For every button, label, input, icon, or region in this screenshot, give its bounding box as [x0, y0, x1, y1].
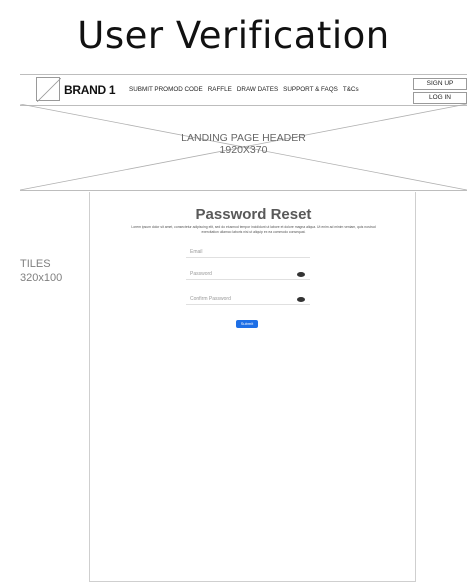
password-reset-title: Password Reset	[195, 206, 312, 223]
header-placeholder-size: 1920X370	[219, 144, 268, 156]
nav-link-submit-promo-code[interactable]: SUBMIT PROMOD CODE	[129, 86, 203, 93]
show-password-eye-icon[interactable]	[297, 272, 305, 277]
password-reset-card: Password Reset Lorem ipsum dolor sit ame…	[89, 192, 416, 582]
sign-up-button[interactable]: SIGN UP	[413, 78, 467, 90]
nav-link-support-faqs[interactable]: SUPPORT & FAQS	[283, 86, 338, 93]
password-field[interactable]: Password	[186, 268, 310, 280]
email-field[interactable]: Email	[186, 246, 310, 258]
top-navbar: BRAND 1 SUBMIT PROMOD CODE RAFFLE DRAW DAT…	[20, 74, 467, 106]
auth-buttons: SIGN UP LOG IN	[413, 78, 467, 106]
image-placeholder-icon	[36, 77, 62, 103]
brand-name[interactable]: BRAND 1	[64, 83, 116, 97]
show-confirm-password-eye-icon[interactable]	[297, 297, 305, 302]
confirm-password-field[interactable]: Confirm Password	[186, 293, 310, 305]
header-placeholder-title: LANDING PAGE HEADER	[181, 132, 306, 144]
tiles-label: TILES	[20, 258, 51, 270]
slide-title: User Verification	[77, 14, 390, 57]
header-placeholder-label: LANDING PAGE HEADER 1920X370	[20, 132, 467, 156]
tiles-annotation: TILES 320x100	[20, 257, 62, 285]
nav-link-draw-dates[interactable]: DRAW DATES	[237, 86, 278, 93]
tiles-size: 320x100	[20, 272, 63, 284]
submit-button[interactable]: Submit	[236, 320, 258, 328]
nav-links: SUBMIT PROMOD CODE RAFFLE DRAW DATES SUPPOR…	[129, 86, 364, 93]
nav-link-raffle[interactable]: RAFFLE	[208, 86, 232, 93]
log-in-button[interactable]: LOG IN	[413, 92, 467, 104]
password-reset-description: Lorem ipsum dolor sit amet, consectetur …	[131, 225, 376, 234]
landing-page-header-placeholder: LANDING PAGE HEADER 1920X370	[20, 104, 467, 191]
nav-link-terms[interactable]: T&Cs	[343, 86, 359, 93]
logo-placeholder	[36, 77, 62, 103]
